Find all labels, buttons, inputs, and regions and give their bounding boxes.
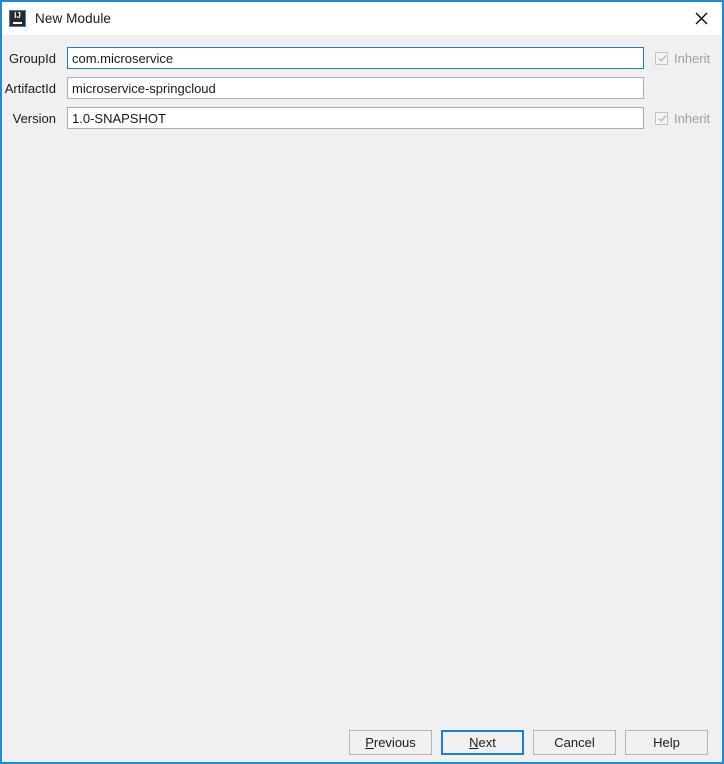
previous-button[interactable]: Previous [349,730,432,755]
previous-button-label: revious [374,735,416,750]
groupid-input[interactable] [67,47,644,69]
form-row-groupid: GroupId Inherit [2,43,722,73]
form-row-artifactid: ArtifactId Inherit [2,73,722,103]
cancel-button[interactable]: Cancel [533,730,616,755]
close-button[interactable] [680,2,722,34]
close-icon [695,12,708,25]
groupid-inherit-label: Inherit [674,51,710,66]
version-inherit-checkbox[interactable] [655,112,668,125]
groupid-inherit-cell[interactable]: Inherit [644,51,722,66]
next-button-mnemonic: N [469,735,478,750]
groupid-inherit-checkbox[interactable] [655,52,668,65]
cancel-button-label: Cancel [554,735,594,750]
artifactid-input[interactable] [67,77,644,99]
help-button[interactable]: Help [625,730,708,755]
next-button[interactable]: Next [441,730,524,755]
checkmark-icon [657,113,668,124]
version-inherit-label: Inherit [674,111,710,126]
help-button-label: Help [653,735,680,750]
new-module-dialog: IJ New Module GroupId [0,0,724,764]
title-bar: IJ New Module [2,2,722,35]
dialog-button-bar: Previous Next Cancel Help [2,725,722,759]
artifactid-label: ArtifactId [2,81,67,96]
window-title: New Module [35,11,111,26]
app-icon-text: IJ [10,11,25,20]
intellij-idea-icon: IJ [9,10,26,27]
previous-button-mnemonic: P [365,735,374,750]
app-icon-bar [13,22,22,24]
next-button-label: ext [479,735,496,750]
checkmark-icon [657,53,668,64]
version-inherit-cell[interactable]: Inherit [644,111,722,126]
version-input[interactable] [67,107,644,129]
version-label: Version [2,111,67,126]
dialog-content: GroupId Inherit ArtifactId Inhe [2,35,722,762]
form-row-version: Version Inherit [2,103,722,133]
maven-coordinates-form: GroupId Inherit ArtifactId Inhe [2,35,722,133]
groupid-label: GroupId [2,51,67,66]
